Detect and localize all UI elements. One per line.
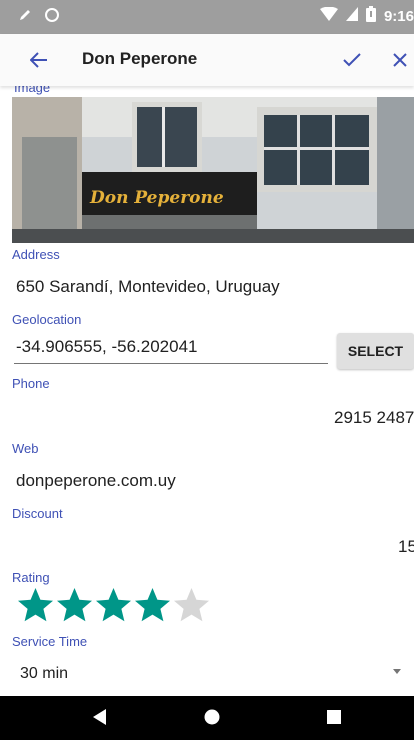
circle-icon <box>44 7 60 28</box>
web-value[interactable]: donpeperone.com.uy <box>16 471 176 491</box>
battery-icon <box>365 6 376 26</box>
geolocation-label: Geolocation <box>12 312 82 327</box>
home-circle-icon[interactable] <box>204 709 220 730</box>
check-icon[interactable] <box>339 47 365 73</box>
app-bar: Don Peperone <box>0 34 414 86</box>
image-label: Image <box>14 86 51 95</box>
star-filled-icon[interactable] <box>16 586 55 625</box>
discount-value[interactable]: 15 <box>398 537 414 557</box>
star-filled-icon[interactable] <box>133 586 172 625</box>
back-arrow-icon[interactable] <box>26 47 52 73</box>
rating-stars[interactable] <box>16 586 211 625</box>
discount-label: Discount <box>12 506 63 521</box>
status-bar: 9:16 <box>0 0 414 34</box>
address-label: Address <box>12 247 60 262</box>
detail-form[interactable]: Image Don Peperone Address 650 Sarandí, … <box>0 86 414 696</box>
phone-value[interactable]: 2915 2487 <box>334 408 414 428</box>
restaurant-photo[interactable]: Don Peperone <box>12 97 414 243</box>
phone-label: Phone <box>12 376 50 391</box>
page-title: Don Peperone <box>82 49 198 68</box>
system-nav-bar <box>0 696 414 740</box>
back-triangle-icon[interactable] <box>93 709 107 730</box>
geolocation-input[interactable]: -34.906555, -56.202041 <box>14 334 328 364</box>
sign-text: Don Peperone <box>89 188 224 208</box>
clock-time: 9:16 <box>383 7 414 25</box>
web-label: Web <box>12 441 39 456</box>
wifi-icon <box>319 6 338 25</box>
star-filled-icon[interactable] <box>55 586 94 625</box>
star-filled-icon[interactable] <box>94 586 133 625</box>
rating-label: Rating <box>12 570 50 585</box>
select-location-button[interactable]: SELECT <box>337 333 414 369</box>
address-value[interactable]: 650 Sarandí, Montevideo, Uruguay <box>16 277 280 297</box>
service-time-select[interactable]: 30 min <box>20 665 68 683</box>
signal-icon <box>345 7 358 25</box>
star-empty-icon[interactable] <box>172 586 211 625</box>
pencil-icon <box>18 8 32 27</box>
service-time-label: Service Time <box>12 634 88 649</box>
close-icon[interactable] <box>387 47 413 73</box>
recents-square-icon[interactable] <box>327 710 341 729</box>
chevron-down-icon[interactable] <box>393 669 401 674</box>
